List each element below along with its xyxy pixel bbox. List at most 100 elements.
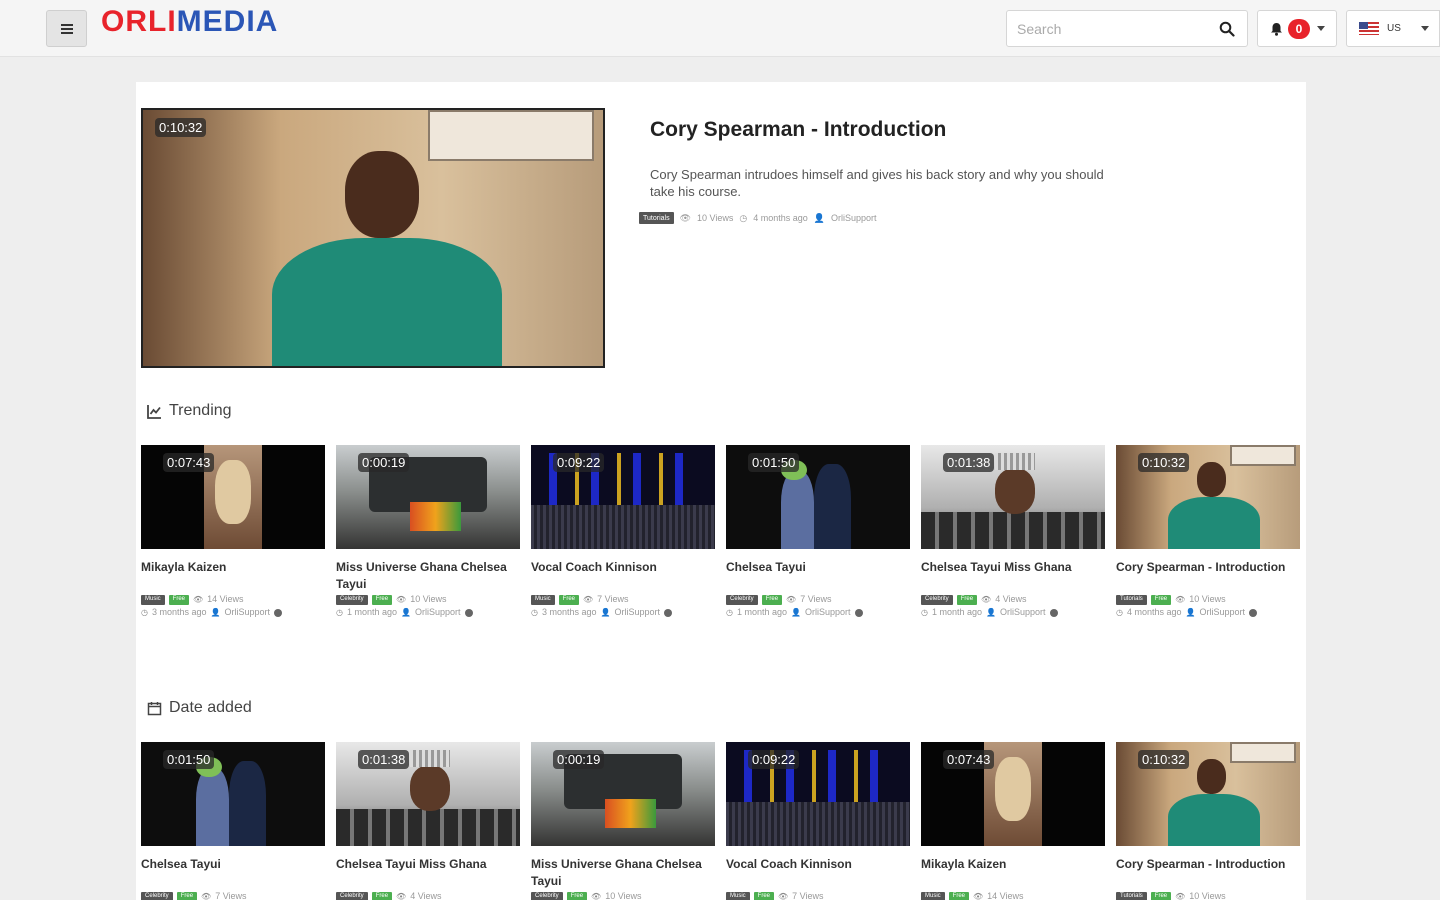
category-tag[interactable]: Music <box>141 594 165 605</box>
notifications-dropdown[interactable]: 0 <box>1257 10 1337 47</box>
category-tag[interactable]: Tutorials <box>639 212 674 224</box>
eye-icon: 👁 <box>201 892 212 900</box>
category-tag[interactable]: Celebrity <box>531 891 563 900</box>
recent-video-card[interactable]: 0:01:50 Chelsea Tayui Celebrity Free 👁 7 Vi… <box>141 742 325 900</box>
video-title[interactable]: Chelsea Tayui Miss Ghana <box>921 559 1105 593</box>
category-tag[interactable]: Celebrity <box>921 594 953 605</box>
video-thumbnail[interactable]: 0:09:22 <box>531 445 715 549</box>
author-name[interactable]: OrliSupport <box>1200 606 1246 619</box>
upload-age: 3 months ago <box>541 607 597 617</box>
video-title[interactable]: Miss Universe Ghana Chelsea Tayui <box>531 856 715 890</box>
language-selector[interactable]: US <box>1346 10 1440 47</box>
author-name[interactable]: OrliSupport <box>1000 606 1046 619</box>
video-duration: 0:10:32 <box>1138 453 1190 472</box>
recent-video-card[interactable]: 0:09:22 Vocal Coach Kinnison Music Free 👁 7… <box>726 742 910 900</box>
category-tag[interactable]: Celebrity <box>141 891 173 900</box>
video-duration: 0:01:38 <box>358 750 410 769</box>
view-count: 10 Views <box>605 891 642 900</box>
language-label: US <box>1387 23 1401 34</box>
view-count: 14 Views <box>987 891 1024 900</box>
upload-age: 1 month ago <box>346 607 398 617</box>
video-title[interactable]: Cory Spearman - Introduction <box>1116 856 1300 890</box>
trending-video-card[interactable]: 0:07:43 Mikayla Kaizen Music Free 👁 14 View… <box>141 445 325 619</box>
video-thumbnail[interactable]: 0:01:38 <box>336 742 520 846</box>
author-name[interactable]: OrliSupport <box>225 606 271 619</box>
view-count: 7 Views <box>792 891 824 900</box>
view-count: 7 Views <box>597 594 629 604</box>
video-meta: Music Free 👁 14 Views <box>141 593 325 606</box>
search-icon[interactable] <box>1219 21 1235 37</box>
author-name[interactable]: OrliSupport <box>615 606 661 619</box>
video-title[interactable]: Chelsea Tayui <box>141 856 325 890</box>
verified-icon <box>1049 608 1058 617</box>
video-title[interactable]: Mikayla Kaizen <box>141 559 325 593</box>
eye-icon: 👁 <box>786 595 797 604</box>
free-badge: Free <box>558 594 580 605</box>
category-tag[interactable]: Tutorials <box>1116 594 1147 605</box>
author-name[interactable]: OrliSupport <box>805 606 851 619</box>
author-name[interactable]: OrliSupport <box>831 213 877 223</box>
video-title[interactable]: Mikayla Kaizen <box>921 856 1105 890</box>
video-meta: Celebrity Free 👁 7 Views <box>141 890 325 900</box>
verified-icon <box>854 608 863 617</box>
recent-video-card[interactable]: 0:10:32 Cory Spearman - Introduction Tut… <box>1116 742 1300 900</box>
recent-video-card[interactable]: 0:01:38 Chelsea Tayui Miss Ghana Celebri… <box>336 742 520 900</box>
content-card: 0:10:32 Cory Spearman - Introduction Cor… <box>136 82 1306 900</box>
free-badge: Free <box>168 594 190 605</box>
trending-video-card[interactable]: 0:01:38 Chelsea Tayui Miss Ghana Celebri… <box>921 445 1105 619</box>
featured-video-thumbnail[interactable]: 0:10:32 <box>141 108 605 368</box>
eye-icon: 👁 <box>591 892 602 900</box>
video-title[interactable]: Chelsea Tayui Miss Ghana <box>336 856 520 890</box>
video-title[interactable]: Chelsea Tayui <box>726 559 910 593</box>
category-tag[interactable]: Music <box>921 891 945 900</box>
video-thumbnail[interactable]: 0:09:22 <box>726 742 910 846</box>
clock-icon: ◷ <box>739 212 748 223</box>
video-title[interactable]: Vocal Coach Kinnison <box>726 856 910 890</box>
date-added-section-title: Date added <box>147 699 252 717</box>
video-thumbnail-image <box>143 110 603 366</box>
recent-video-card[interactable]: 0:00:19 Miss Universe Ghana Chelsea Tayu… <box>531 742 715 900</box>
video-thumbnail[interactable]: 0:00:19 <box>531 742 715 846</box>
featured-video-title[interactable]: Cory Spearman - Introduction <box>650 118 946 142</box>
upload-age: 3 months ago <box>151 607 207 617</box>
view-count: 7 Views <box>215 891 247 900</box>
category-tag[interactable]: Tutorials <box>1116 891 1147 900</box>
trending-video-card[interactable]: 0:01:50 Chelsea Tayui Celebrity Free 👁 7 Vi… <box>726 445 910 619</box>
search-input[interactable] <box>1017 11 1213 46</box>
free-badge: Free <box>956 594 978 605</box>
video-duration: 0:10:32 <box>1138 750 1190 769</box>
category-tag[interactable]: Celebrity <box>726 594 758 605</box>
video-thumbnail[interactable]: 0:01:50 <box>726 445 910 549</box>
video-meta: Tutorials Free 👁 10 Views <box>1116 890 1300 900</box>
trending-video-card[interactable]: 0:09:22 Vocal Coach Kinnison Music Free 👁 7… <box>531 445 715 619</box>
free-badge: Free <box>1150 594 1172 605</box>
user-icon: 👤 <box>986 608 996 617</box>
recent-video-card[interactable]: 0:07:43 Mikayla Kaizen Music Free 👁 14 View… <box>921 742 1105 900</box>
trending-video-card[interactable]: 0:00:19 Miss Universe Ghana Chelsea Tayu… <box>336 445 520 619</box>
video-thumbnail[interactable]: 0:10:32 <box>1116 742 1300 846</box>
trending-video-card[interactable]: 0:10:32 Cory Spearman - Introduction Tut… <box>1116 445 1300 619</box>
clock-icon: ◷ <box>531 608 538 617</box>
user-icon: 👤 <box>210 608 221 617</box>
video-thumbnail[interactable]: 0:01:38 <box>921 445 1105 549</box>
category-tag[interactable]: Music <box>531 594 555 605</box>
video-thumbnail[interactable]: 0:07:43 <box>141 445 325 549</box>
video-duration: 0:09:22 <box>748 750 800 769</box>
category-tag[interactable]: Celebrity <box>336 594 368 605</box>
video-meta: ◷ 3 months ago 👤 OrliSupport <box>141 606 325 619</box>
user-icon: 👤 <box>791 608 801 617</box>
upload-age: 4 months ago <box>753 213 808 223</box>
category-tag[interactable]: Music <box>726 891 750 900</box>
video-title[interactable]: Vocal Coach Kinnison <box>531 559 715 593</box>
video-title[interactable]: Miss Universe Ghana Chelsea Tayui <box>336 559 520 593</box>
video-thumbnail[interactable]: 0:01:50 <box>141 742 325 846</box>
video-thumbnail[interactable]: 0:10:32 <box>1116 445 1300 549</box>
author-name[interactable]: OrliSupport <box>415 606 461 619</box>
video-thumbnail[interactable]: 0:07:43 <box>921 742 1105 846</box>
upload-age: 1 month ago <box>931 607 983 617</box>
menu-toggle-button[interactable] <box>46 10 87 47</box>
category-tag[interactable]: Celebrity <box>336 891 368 900</box>
video-title[interactable]: Cory Spearman - Introduction <box>1116 559 1300 593</box>
video-thumbnail[interactable]: 0:00:19 <box>336 445 520 549</box>
site-logo[interactable]: ORLIMEDIA <box>101 4 278 40</box>
